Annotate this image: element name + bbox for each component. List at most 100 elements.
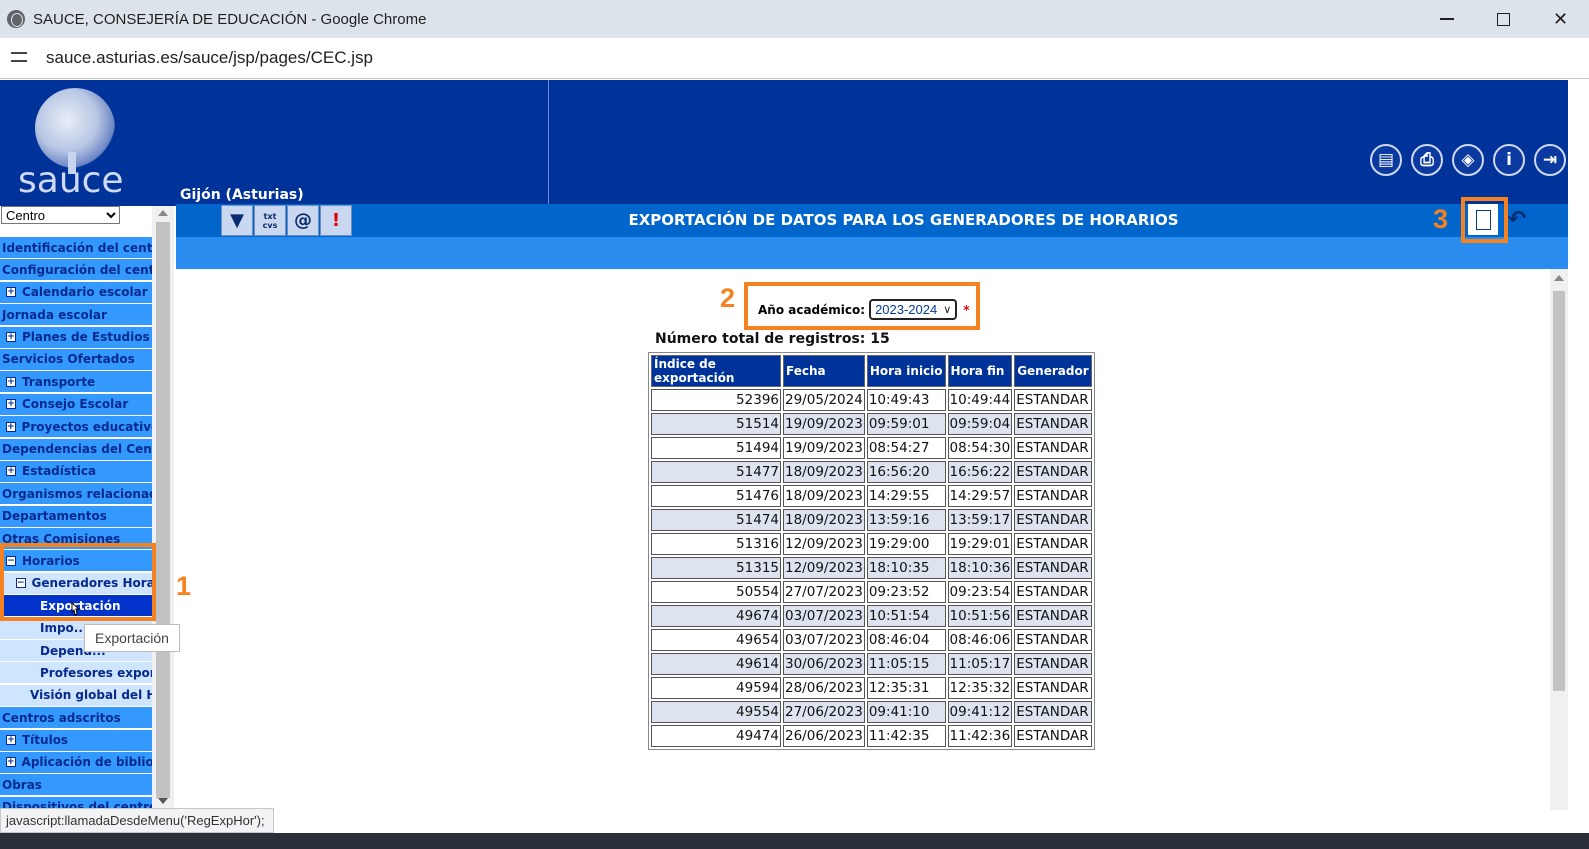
table-row[interactable]: 49594 28/06/2023 12:35:31 12:35:32 ESTANDAR	[651, 677, 1092, 699]
sidebar-item-label: Obras	[2, 777, 42, 792]
table-cell: ESTANDAR	[1014, 461, 1092, 483]
expand-icon[interactable]: +	[6, 421, 16, 432]
table-cell: 14:29:55	[866, 485, 946, 507]
sidebar-item[interactable]: Visión global del Horario	[0, 684, 152, 706]
expand-icon[interactable]: +	[6, 376, 16, 387]
table-row[interactable]: 51316 12/09/2023 19:29:00 19:29:01 ESTANDAR	[651, 533, 1092, 555]
main-scroll-up-icon[interactable]	[1554, 275, 1564, 281]
column-header[interactable]: Generador	[1014, 355, 1092, 387]
scroll-thumb[interactable]	[156, 222, 170, 798]
table-cell: ESTANDAR	[1014, 725, 1092, 747]
sidebar-item-label: Jornada escolar	[2, 307, 107, 322]
sidebar-menu: Centro Identificación del centro Configur…	[0, 206, 152, 810]
manual-icon[interactable]: ▤	[1370, 144, 1402, 176]
menu-selector[interactable]: Centro	[1, 206, 120, 224]
table-cell: 19/09/2023	[783, 437, 865, 459]
table-row[interactable]: 49474 26/06/2023 11:42:35 11:42:36 ESTANDAR	[651, 725, 1092, 747]
sidebar-item-label: Organismos relacionados	[2, 486, 152, 501]
sidebar-item-label: Profesores exportados	[40, 665, 152, 680]
scroll-up-icon[interactable]	[158, 210, 168, 216]
table-row[interactable]: 51474 18/09/2023 13:59:16 13:59:17 ESTANDAR	[651, 509, 1092, 531]
expand-icon[interactable]: +	[6, 287, 16, 298]
table-row[interactable]: 51494 19/09/2023 08:54:27 08:54:30 ESTANDAR	[651, 437, 1092, 459]
table-row[interactable]: 51315 12/09/2023 18:10:35 18:10:36 ESTANDAR	[651, 557, 1092, 579]
navigate-icon[interactable]: ◈	[1452, 144, 1484, 176]
sidebar-item[interactable]: Departamentos	[0, 505, 152, 527]
table-row[interactable]: 49674 03/07/2023 10:51:54 10:51:56 ESTANDAR	[651, 605, 1092, 627]
table-row[interactable]: 52396 29/05/2024 10:49:43 10:49:44 ESTANDAR	[651, 389, 1092, 411]
table-row[interactable]: 51514 19/09/2023 09:59:01 09:59:04 ESTANDAR	[651, 413, 1092, 435]
sidebar-item[interactable]: + Estadística	[0, 460, 152, 482]
sidebar-item-label: Departamentos	[2, 509, 107, 524]
table-cell: ESTANDAR	[1014, 653, 1092, 675]
table-cell: 03/07/2023	[783, 605, 865, 627]
sidebar-item[interactable]: + Transporte	[0, 371, 152, 393]
table-cell: 08:54:30	[947, 437, 1013, 459]
maximize-icon	[1497, 12, 1510, 26]
table-cell: ESTANDAR	[1014, 389, 1092, 411]
sidebar-item[interactable]: Jornada escolar	[0, 304, 152, 326]
sidebar-item[interactable]: Obras	[0, 774, 152, 796]
expand-icon[interactable]: +	[6, 332, 16, 343]
table-cell: 51477	[651, 461, 781, 483]
sidebar-item[interactable]: Profesores exportados	[0, 662, 152, 684]
expand-icon[interactable]: +	[6, 399, 16, 410]
expand-icon[interactable]: +	[6, 757, 16, 768]
annotation-number-3: 3	[1433, 204, 1449, 234]
column-header[interactable]: Índice de exportación	[651, 355, 781, 387]
table-cell: ESTANDAR	[1014, 557, 1092, 579]
sidebar-item-label: Títulos	[22, 733, 69, 748]
maximize-button[interactable]	[1475, 0, 1532, 38]
table-cell: 19/09/2023	[783, 413, 865, 435]
close-button[interactable]: ✕	[1532, 0, 1589, 38]
sidebar-scrollbar[interactable]	[152, 206, 174, 810]
sidebar-item[interactable]: + Consejo Escolar	[0, 393, 152, 415]
sidebar-item[interactable]: + Aplicación de bibliotecas	[0, 751, 152, 773]
table-cell: 18:10:36	[947, 557, 1013, 579]
table-row[interactable]: 49654 03/07/2023 08:46:04 08:46:06 ESTANDAR	[651, 629, 1092, 651]
sidebar-item[interactable]: Identificación del centro	[0, 237, 152, 258]
sidebar-item[interactable]: Organismos relacionados	[0, 483, 152, 505]
column-header[interactable]: Fecha	[783, 355, 865, 387]
table-cell: ESTANDAR	[1014, 605, 1092, 627]
sidebar-item[interactable]: Dependencias del Centro	[0, 438, 152, 460]
table-row[interactable]: 49614 30/06/2023 11:05:15 11:05:17 ESTANDAR	[651, 653, 1092, 675]
table-row[interactable]: 50554 27/07/2023 09:23:52 09:23:54 ESTANDAR	[651, 581, 1092, 603]
info-icon[interactable]: i	[1493, 144, 1525, 176]
browser-status-bar: javascript:llamadaDesdeMenu('RegExpHor')…	[0, 808, 274, 833]
sidebar-item[interactable]: Centros adscritos	[0, 707, 152, 729]
sidebar-item[interactable]: + Proyectos educativos	[0, 416, 152, 438]
scroll-down-icon[interactable]	[158, 798, 168, 804]
main-scrollbar[interactable]	[1550, 269, 1568, 810]
exit-icon[interactable]: ⇥	[1534, 144, 1566, 176]
table-cell: 50554	[651, 581, 781, 603]
column-header[interactable]: Hora fin	[947, 355, 1013, 387]
table-cell: 51514	[651, 413, 781, 435]
table-row[interactable]: 51476 18/09/2023 14:29:55 14:29:57 ESTANDAR	[651, 485, 1092, 507]
main-scroll-thumb[interactable]	[1553, 291, 1565, 691]
table-cell: 18/09/2023	[783, 509, 865, 531]
sidebar-item[interactable]: Servicios Ofertados	[0, 348, 152, 370]
sidebar-item[interactable]: Configuración del centro	[0, 259, 152, 281]
annotation-number-2: 2	[720, 283, 736, 313]
table-row[interactable]: 49554 27/06/2023 09:41:10 09:41:12 ESTANDAR	[651, 701, 1092, 723]
site-settings-icon[interactable]	[11, 49, 29, 67]
sidebar-item-label: Proyectos educativos	[21, 419, 152, 434]
minimize-button[interactable]	[1418, 0, 1475, 38]
table-row[interactable]: 51477 18/09/2023 16:56:20 16:56:22 ESTANDAR	[651, 461, 1092, 483]
print-icon[interactable]: ⎙	[1411, 144, 1443, 176]
sidebar-item[interactable]: + Planes de Estudios	[0, 326, 152, 348]
table-cell: 09:23:54	[947, 581, 1013, 603]
expand-icon[interactable]: +	[6, 466, 16, 477]
sidebar-item[interactable]: + Títulos	[0, 729, 152, 751]
url-text[interactable]: sauce.asturias.es/sauce/jsp/pages/CEC.js…	[46, 48, 373, 68]
table-cell: 12/09/2023	[783, 557, 865, 579]
column-header[interactable]: Hora inicio	[866, 355, 946, 387]
address-bar[interactable]: sauce.asturias.es/sauce/jsp/pages/CEC.js…	[0, 38, 1589, 79]
table-cell: 11:05:15	[866, 653, 946, 675]
browser-title-bar: SAUCE, CONSEJERÍA DE EDUCACIÓN - Google …	[0, 0, 1589, 38]
expand-icon[interactable]: +	[6, 735, 16, 746]
table-header-row: Índice de exportación Fecha Hora inicio Hor…	[651, 355, 1092, 387]
sidebar-item[interactable]: + Calendario escolar	[0, 281, 152, 303]
table-cell: 49654	[651, 629, 781, 651]
